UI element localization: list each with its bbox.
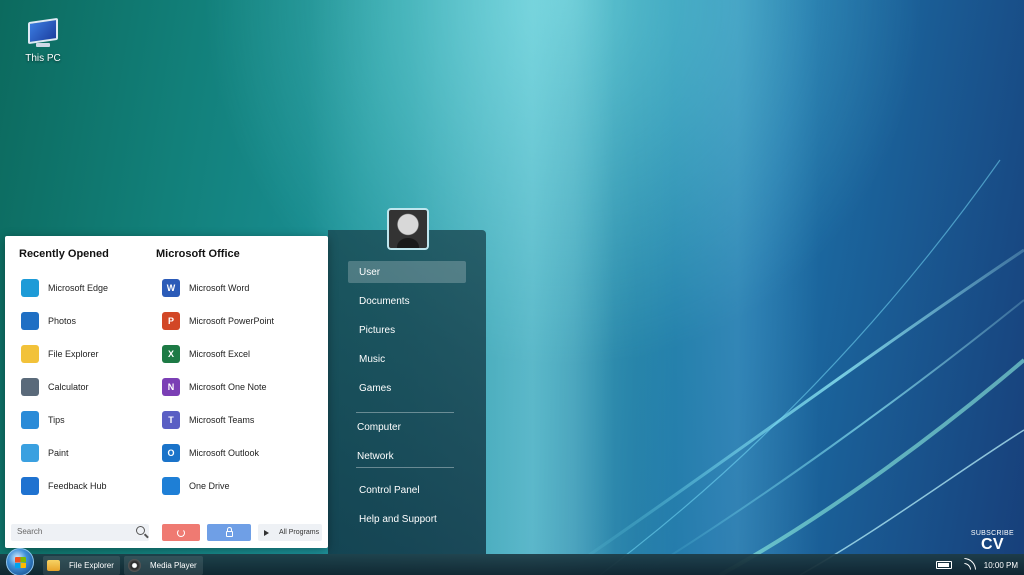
folder-icon — [47, 560, 60, 571]
watermark: SUBSCRIBE CV — [971, 530, 1014, 554]
clock[interactable]: 10:00 PM — [984, 561, 1018, 570]
office-app-label: Microsoft Teams — [189, 414, 255, 425]
media-player-icon — [128, 559, 141, 572]
search-placeholder: Search — [17, 527, 43, 536]
edge-icon — [21, 278, 39, 297]
taskbar-button-file-explorer[interactable]: File Explorer — [43, 556, 120, 575]
office-app-item[interactable]: W Microsoft Word — [162, 271, 274, 304]
place-pictures[interactable]: Pictures — [348, 319, 466, 341]
teams-icon: T — [162, 410, 180, 429]
all-programs-button[interactable]: All Programs — [258, 524, 322, 541]
place-control-panel[interactable]: Control Panel — [348, 479, 466, 501]
recent-app-item[interactable]: Paint — [21, 436, 108, 469]
separator — [356, 467, 454, 468]
powerpoint-icon: P — [162, 311, 180, 330]
feedback-icon — [21, 476, 39, 495]
desktop-icon-label: This PC — [25, 53, 61, 64]
place-games[interactable]: Games — [348, 377, 466, 399]
office-app-list: W Microsoft Word P Microsoft PowerPoint X Mic… — [162, 271, 274, 502]
office-app-item[interactable]: One Drive — [162, 469, 274, 502]
search-icon — [136, 526, 145, 535]
calculator-icon — [21, 377, 39, 396]
system-tray: 10:00 PM — [935, 557, 1018, 573]
monitor-icon — [28, 17, 58, 45]
recent-app-label: Microsoft Edge — [48, 282, 109, 293]
office-app-item[interactable]: X Microsoft Excel — [162, 337, 274, 370]
windows-logo-icon — [15, 557, 26, 568]
user-avatar[interactable] — [387, 208, 429, 250]
place-help-support[interactable]: Help and Support — [348, 508, 466, 530]
office-app-label: Microsoft One Note — [189, 381, 267, 392]
taskbar-button-media-player[interactable]: Media Player — [124, 556, 203, 575]
all-programs-label: All Programs — [279, 529, 320, 536]
start-menu-left-panel: Recently Opened Microsoft Office Microso… — [5, 236, 328, 548]
battery-icon[interactable] — [935, 561, 952, 569]
folder-icon — [21, 344, 39, 363]
place-music[interactable]: Music — [348, 348, 466, 370]
photos-icon — [21, 311, 39, 330]
start-button[interactable] — [6, 548, 34, 575]
wifi-icon[interactable] — [963, 558, 976, 570]
start-menu-bottom-row: Search All Programs — [11, 524, 322, 541]
separator — [356, 412, 454, 413]
play-icon — [264, 529, 269, 536]
outlook-icon: O — [162, 443, 180, 462]
excel-icon: X — [162, 344, 180, 363]
office-app-label: One Drive — [189, 480, 230, 491]
recent-app-item[interactable]: Tips — [21, 403, 108, 436]
office-app-label: Microsoft PowerPoint — [189, 315, 275, 326]
office-app-item[interactable]: T Microsoft Teams — [162, 403, 274, 436]
place-documents[interactable]: Documents — [348, 290, 466, 312]
office-app-item[interactable]: N Microsoft One Note — [162, 370, 274, 403]
lock-icon — [225, 527, 233, 537]
onedrive-icon — [162, 476, 180, 495]
recent-app-item[interactable]: Feedback Hub — [21, 469, 108, 502]
search-input[interactable]: Search — [11, 524, 149, 541]
place-computer[interactable]: Computer — [346, 416, 464, 438]
recent-app-label: Calculator — [48, 381, 89, 392]
recent-app-label: Paint — [48, 447, 69, 458]
taskbar-button-label: Media Player — [150, 561, 197, 570]
recent-app-list: Microsoft Edge Photos File Explorer Calcula… — [21, 271, 108, 502]
taskbar-button-label: File Explorer — [69, 561, 114, 570]
recently-opened-title: Recently Opened — [19, 248, 109, 260]
recent-app-item[interactable]: File Explorer — [21, 337, 108, 370]
lock-button[interactable] — [207, 524, 251, 541]
recent-app-item[interactable]: Microsoft Edge — [21, 271, 108, 304]
recent-app-label: Feedback Hub — [48, 480, 107, 491]
office-app-label: Microsoft Word — [189, 282, 250, 293]
office-app-label: Microsoft Excel — [189, 348, 251, 359]
power-icon — [177, 528, 185, 537]
tips-icon — [21, 410, 39, 429]
place-user[interactable]: User — [348, 261, 466, 283]
recent-app-label: Tips — [48, 414, 65, 425]
office-app-item[interactable]: P Microsoft PowerPoint — [162, 304, 274, 337]
recent-app-label: Photos — [48, 315, 77, 326]
office-app-item[interactable]: O Microsoft Outlook — [162, 436, 274, 469]
power-button[interactable] — [162, 524, 200, 541]
office-title: Microsoft Office — [156, 248, 240, 260]
paint-icon — [21, 443, 39, 462]
cv-logo: CV — [981, 536, 1004, 553]
onenote-icon: N — [162, 377, 180, 396]
office-app-label: Microsoft Outlook — [189, 447, 260, 458]
word-icon: W — [162, 278, 180, 297]
recent-app-item[interactable]: Calculator — [21, 370, 108, 403]
place-network[interactable]: Network — [346, 445, 464, 467]
recent-app-item[interactable]: Photos — [21, 304, 108, 337]
recent-app-label: File Explorer — [48, 348, 99, 359]
desktop-icon-this-pc[interactable]: This PC — [20, 17, 66, 64]
